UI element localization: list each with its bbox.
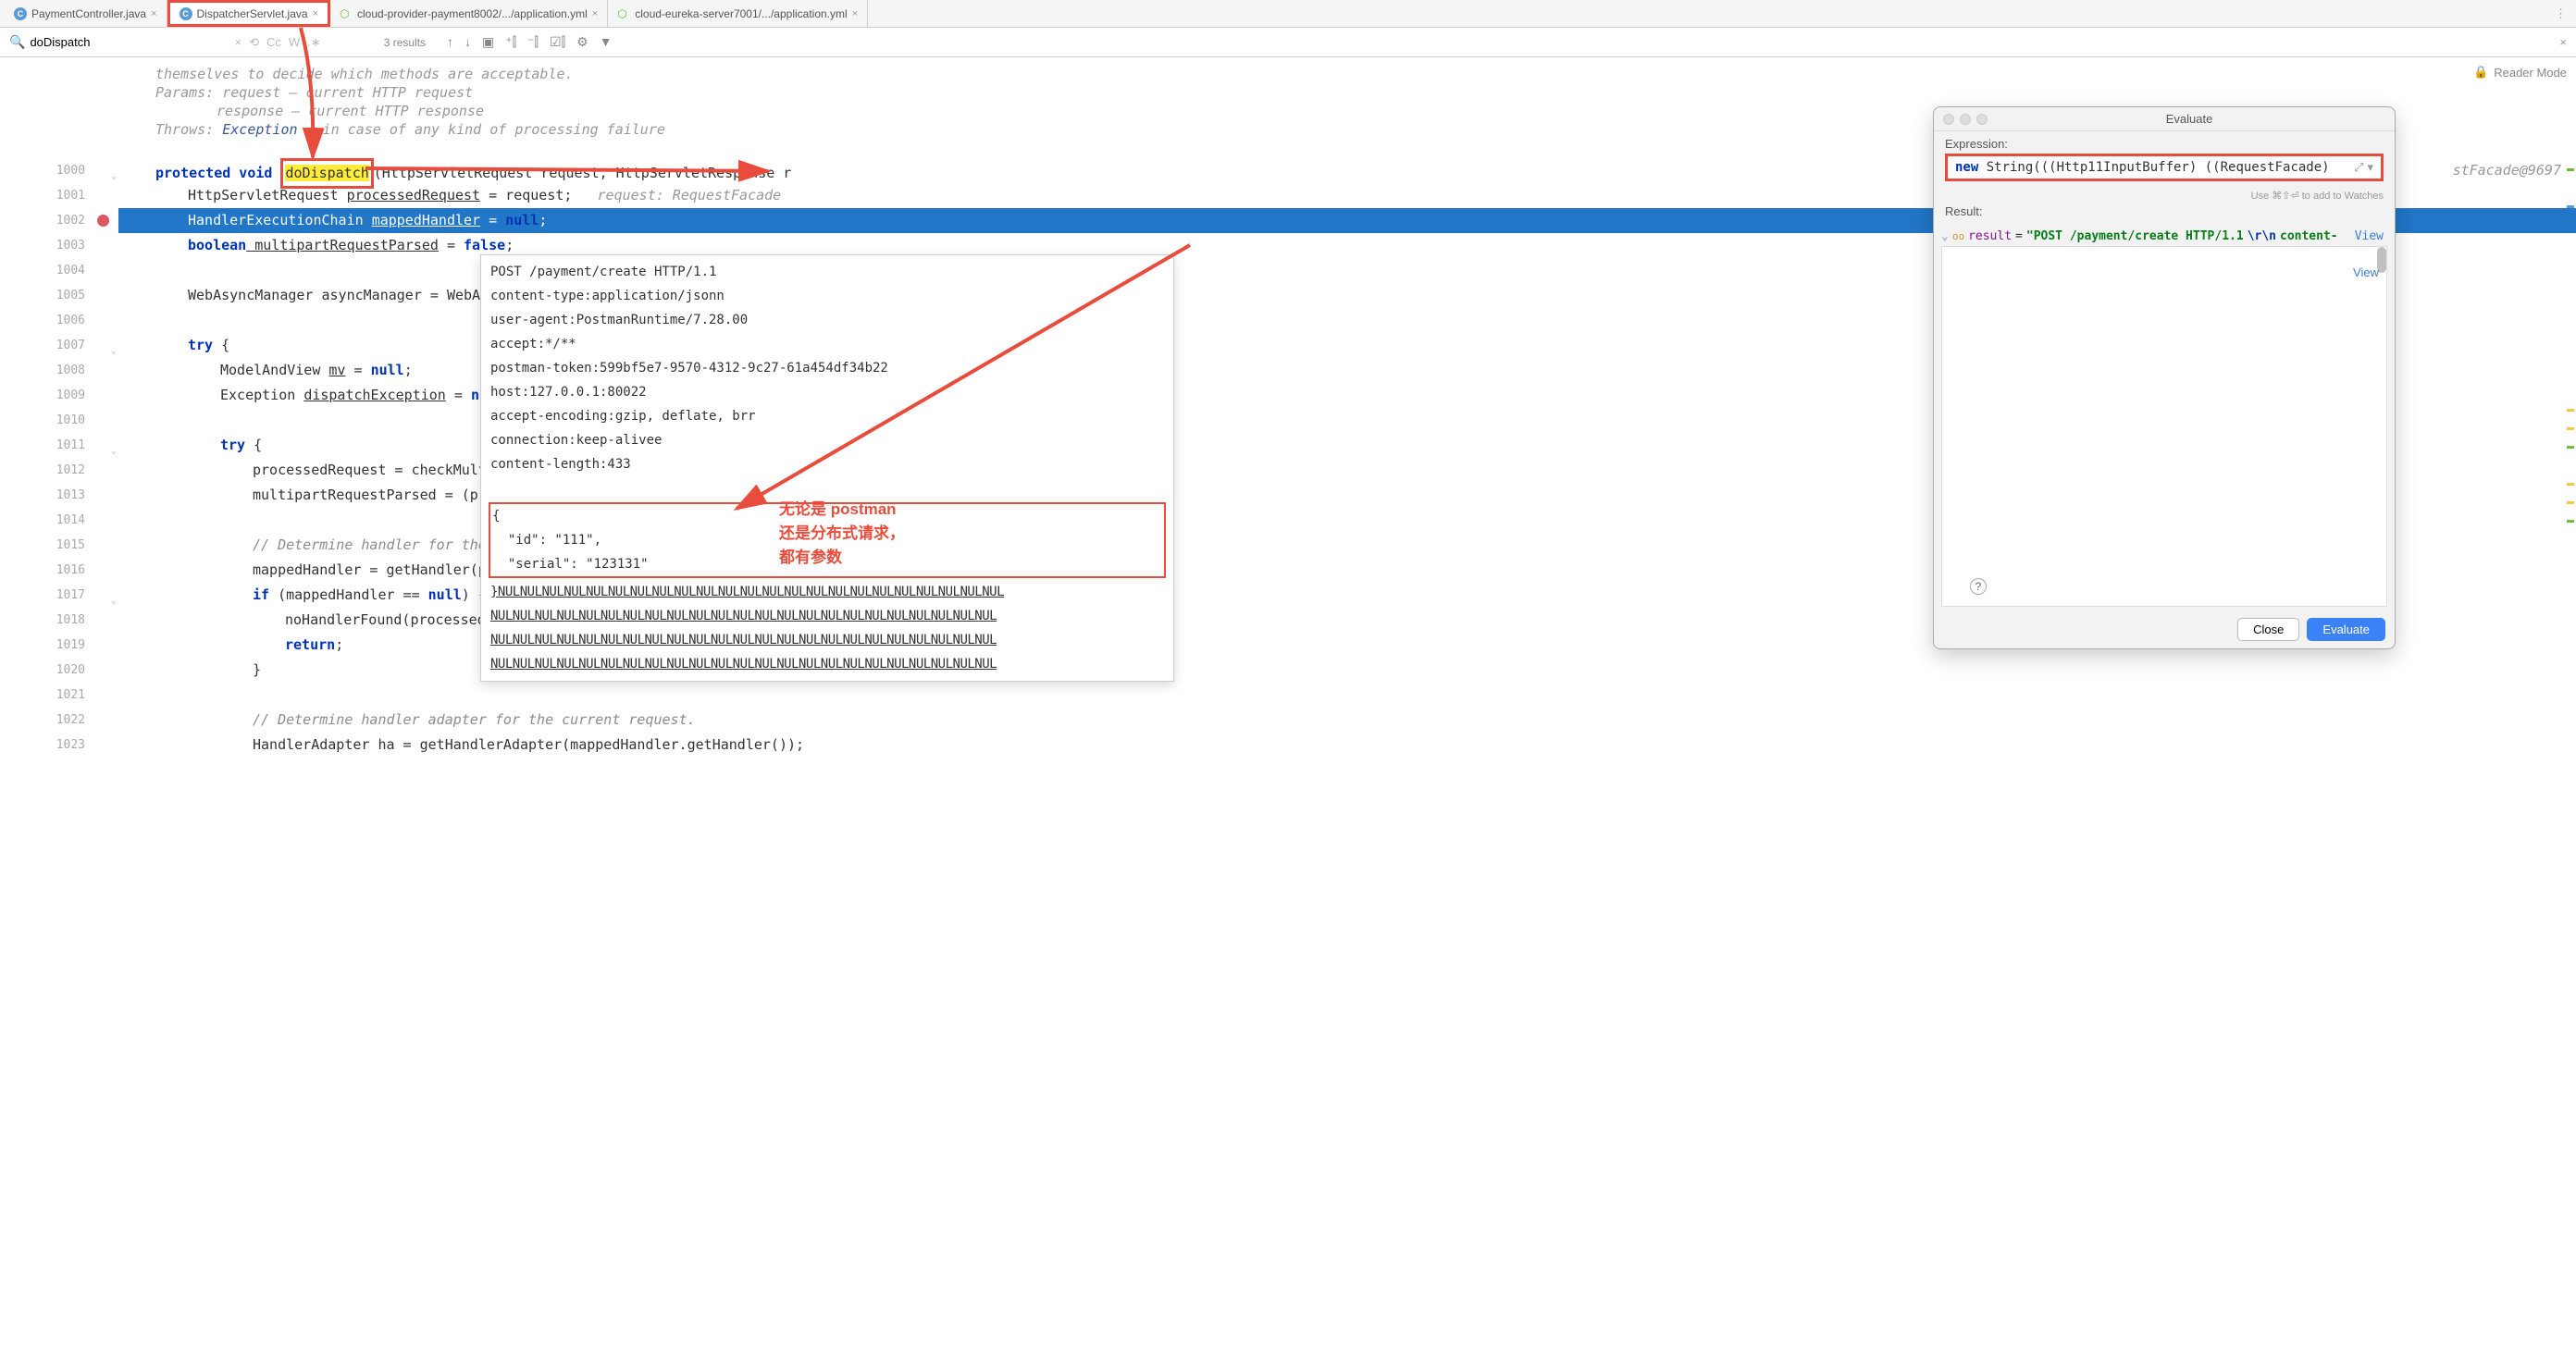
line-number[interactable]: 1000⌄ <box>0 158 118 183</box>
line-number[interactable]: 1003 <box>0 233 118 258</box>
add-selection-icon[interactable]: ⁺⫿ <box>505 34 516 50</box>
editor-tabs-bar: C PaymentController.java × C DispatcherS… <box>0 0 2576 28</box>
line-number[interactable]: 1016 <box>0 558 118 583</box>
tab-label: DispatcherServlet.java <box>197 7 308 20</box>
line-number[interactable]: 1005 <box>0 283 118 308</box>
view-link[interactable]: View <box>2355 229 2387 243</box>
code-line <box>118 683 2576 708</box>
line-number[interactable]: 1021 <box>0 683 118 708</box>
line-number[interactable]: 1019 <box>0 633 118 658</box>
evaluate-dialog: Evaluate Expression: new String(((Http11… <box>1933 106 2396 649</box>
line-number[interactable]: 1007⌄ <box>0 333 118 358</box>
clear-search-icon[interactable]: × <box>235 35 242 50</box>
regex-toggle[interactable]: .∗ <box>307 35 321 50</box>
close-button[interactable]: Close <box>2237 618 2299 641</box>
gutter: 1000⌄ 1001 1002 1003 1004 1005 1006 1007… <box>0 57 118 1356</box>
remove-selection-icon[interactable]: ⁻⫿ <box>527 34 539 50</box>
result-label: Result: <box>1945 204 2384 218</box>
search-input[interactable] <box>30 35 229 49</box>
traffic-light-min[interactable] <box>1960 114 1971 125</box>
expression-hint: Use ⌘⇧⏎ to add to Watches <box>1934 187 2395 204</box>
close-icon[interactable]: × <box>592 8 598 19</box>
result-line[interactable]: ⌄ oo result = "POST /payment/create HTTP… <box>1934 227 2395 246</box>
tab-payment-controller[interactable]: C PaymentController.java × <box>5 0 167 27</box>
tab-payment8002-yml[interactable]: ⬡ cloud-provider-payment8002/.../applica… <box>330 0 608 27</box>
prev-match-icon[interactable]: ↑ <box>447 34 453 50</box>
traffic-light-max[interactable] <box>1976 114 1988 125</box>
view-link[interactable]: View <box>2353 265 2383 279</box>
line-number[interactable]: 1008 <box>0 358 118 383</box>
yml-file-icon: ⬡ <box>340 7 353 20</box>
dropdown-icon[interactable]: ▾ <box>2367 160 2373 175</box>
close-search-icon[interactable]: × <box>2559 35 2567 49</box>
filter-icon[interactable]: ▼ <box>600 34 613 50</box>
line-number[interactable]: 1001 <box>0 183 118 208</box>
expand-toggle-icon[interactable]: ⌄ <box>1941 229 1949 243</box>
tab-dispatcher-servlet[interactable]: C DispatcherServlet.java × <box>167 0 331 27</box>
search-results-count: 3 results <box>384 36 426 49</box>
line-number[interactable]: 1009 <box>0 383 118 408</box>
history-icon[interactable]: ⟲ <box>249 35 259 50</box>
tab-label: cloud-eureka-server7001/.../application.… <box>635 7 847 20</box>
minimap[interactable] <box>2565 57 2576 1356</box>
find-bar: 🔍 × ⟲ Cc W .∗ 3 results ↑ ↓ ▣ ⁺⫿ ⁻⫿ ☑⫿ ⚙… <box>0 28 2576 57</box>
result-tree[interactable]: View ? <box>1941 246 2387 607</box>
java-class-icon: C <box>180 7 192 20</box>
yml-file-icon: ⬡ <box>617 7 630 20</box>
select-occurrences-icon[interactable]: ☑⫿ <box>550 34 565 50</box>
close-icon[interactable]: × <box>313 8 318 19</box>
exception-link[interactable]: Exception <box>222 121 297 138</box>
words-toggle[interactable]: W <box>289 35 300 50</box>
line-number[interactable]: 1014 <box>0 508 118 533</box>
inline-debug-value: stFacade@9697 <box>2453 158 2561 183</box>
line-number[interactable]: 1013 <box>0 483 118 508</box>
help-icon[interactable]: ? <box>1970 578 1987 595</box>
tabs-overflow-icon[interactable]: ⋮ <box>2555 6 2576 21</box>
close-icon[interactable]: × <box>151 8 156 19</box>
expression-input-highlight: new String(((Http11InputBuffer) ((Reques… <box>1945 154 2384 181</box>
search-icon: 🔍 <box>9 34 25 50</box>
line-number-breakpoint[interactable]: 1002 <box>0 208 118 233</box>
expression-label: Expression: <box>1945 137 2384 151</box>
line-number[interactable]: 1010 <box>0 408 118 433</box>
line-number[interactable]: 1018 <box>0 608 118 633</box>
line-number[interactable]: 1017⌄ <box>0 583 118 608</box>
annotation-text: 无论是 postman 还是分布式请求， 都有参数 <box>779 498 905 570</box>
dialog-titlebar[interactable]: Evaluate <box>1934 107 2395 131</box>
expression-input[interactable]: new String(((Http11InputBuffer) ((Reques… <box>1955 160 2354 175</box>
object-id-icon: oo <box>1952 230 1964 242</box>
tab-label: cloud-provider-payment8002/.../applicati… <box>357 7 588 20</box>
java-class-icon: C <box>14 7 27 20</box>
javadoc-params: Params: request – current HTTP request <box>118 80 2576 99</box>
tab-eureka7001-yml[interactable]: ⬡ cloud-eureka-server7001/.../applicatio… <box>608 0 868 27</box>
line-number[interactable]: 1015 <box>0 533 118 558</box>
line-number[interactable]: 1012 <box>0 458 118 483</box>
dialog-title: Evaluate <box>1993 112 2385 126</box>
traffic-light-close[interactable] <box>1943 114 1954 125</box>
line-number[interactable]: 1022 <box>0 708 118 733</box>
line-number[interactable]: 1023 <box>0 733 118 758</box>
inline-debug-value: request: RequestFacade <box>572 187 781 203</box>
line-number[interactable]: 1020 <box>0 658 118 683</box>
line-number[interactable]: 1004 <box>0 258 118 283</box>
select-all-icon[interactable]: ▣ <box>482 34 494 50</box>
tab-label: PaymentController.java <box>31 7 146 20</box>
line-number[interactable]: 1006 <box>0 308 118 333</box>
close-icon[interactable]: × <box>852 8 858 19</box>
match-case-toggle[interactable]: Cc <box>266 35 281 50</box>
evaluate-button[interactable]: Evaluate <box>2307 618 2385 641</box>
expand-icon[interactable]: ⤢ <box>2354 160 2363 175</box>
javadoc-line: themselves to decide which methods are a… <box>118 62 2576 80</box>
line-number[interactable]: 1011⌄ <box>0 433 118 458</box>
code-line: HandlerAdapter ha = getHandlerAdapter(ma… <box>118 733 2576 758</box>
value-tooltip: POST /payment/create HTTP/1.1 content-ty… <box>480 254 1174 682</box>
next-match-icon[interactable]: ↓ <box>464 34 471 50</box>
settings-icon[interactable]: ⚙ <box>576 34 588 50</box>
code-comment: // Determine handler adapter for the cur… <box>118 708 2576 733</box>
